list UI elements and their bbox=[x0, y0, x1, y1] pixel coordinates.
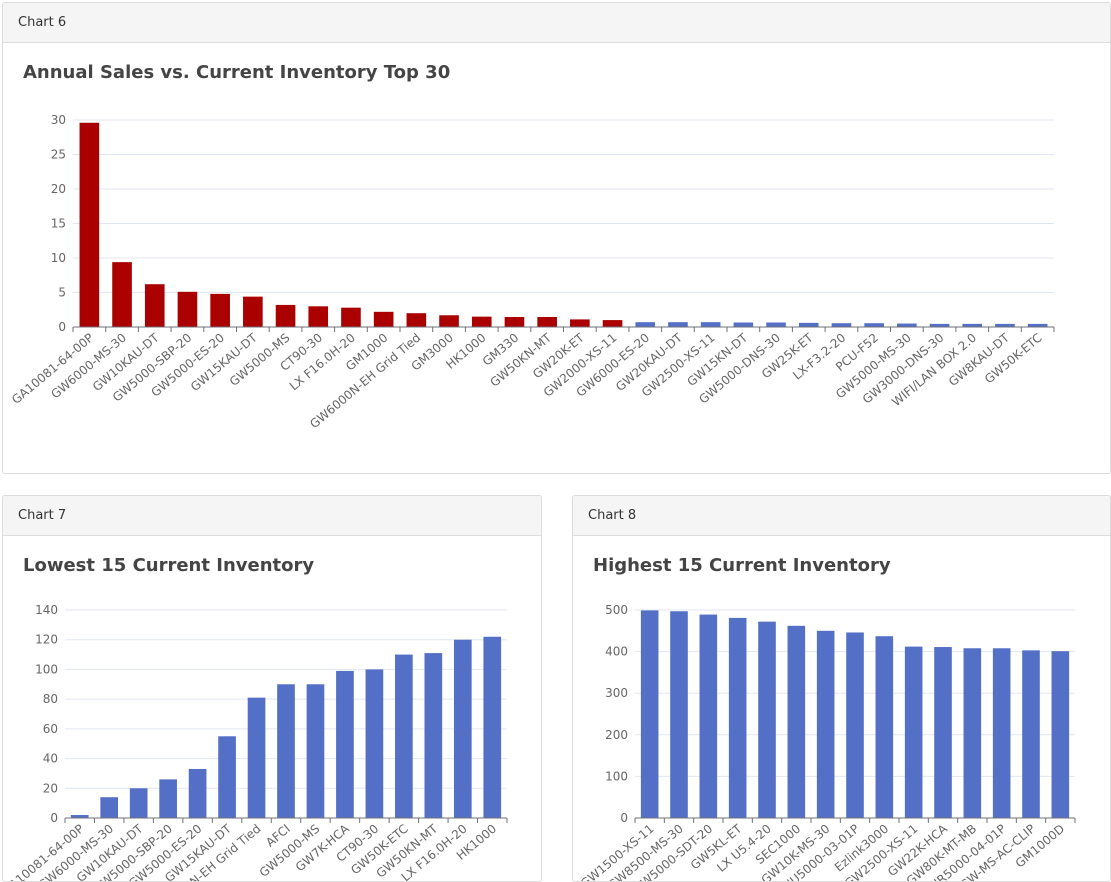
bar[interactable] bbox=[668, 322, 688, 327]
y-tick-label: 0 bbox=[58, 320, 66, 334]
bar[interactable] bbox=[218, 736, 236, 818]
top30-bar-chart: 051015202530GA10081-64-00PGW6000-MS-30GW… bbox=[9, 113, 1055, 431]
bar[interactable] bbox=[758, 621, 776, 818]
bar[interactable] bbox=[247, 697, 266, 818]
bar[interactable] bbox=[373, 311, 394, 327]
chart-title: Lowest 15 Current Inventory bbox=[23, 555, 315, 576]
bar[interactable] bbox=[308, 306, 329, 327]
bar[interactable] bbox=[934, 647, 952, 818]
highest15-bar-chart: 0100200300400500GW1500-XS-11GW8500-MS-30… bbox=[578, 603, 1076, 881]
y-tick-label: 25 bbox=[51, 148, 66, 162]
chart-title: Highest 15 Current Inventory bbox=[593, 555, 891, 576]
bar[interactable] bbox=[483, 636, 502, 818]
bar[interactable] bbox=[336, 670, 354, 818]
bar[interactable] bbox=[537, 316, 557, 327]
bar[interactable] bbox=[471, 316, 492, 327]
bar[interactable] bbox=[670, 611, 688, 818]
y-tick-label: 100 bbox=[35, 662, 58, 676]
y-tick-label: 300 bbox=[605, 686, 628, 700]
bar[interactable] bbox=[277, 684, 295, 818]
bar[interactable] bbox=[100, 797, 119, 818]
y-tick-label: 5 bbox=[58, 286, 66, 300]
bar[interactable] bbox=[188, 768, 207, 818]
y-tick-label: 20 bbox=[51, 182, 66, 196]
y-tick-label: 60 bbox=[43, 722, 58, 736]
bar[interactable] bbox=[728, 617, 747, 818]
chart-8-panel: Chart 8 Highest 15 Current Inventory 0 10… bbox=[572, 495, 1111, 882]
bar[interactable] bbox=[424, 653, 443, 818]
bar[interactable] bbox=[897, 323, 917, 327]
y-tick-label: 30 bbox=[51, 113, 66, 127]
chart-7-panel: Chart 7 Lowest 15 Current Inventory 0 20 4… bbox=[2, 495, 542, 882]
bar[interactable] bbox=[210, 293, 230, 327]
bar[interactable] bbox=[816, 630, 835, 818]
y-tick-label: 200 bbox=[605, 728, 628, 742]
bar[interactable] bbox=[640, 610, 659, 818]
lowest15-bar-chart: 020406080100120140GA10081-64-00PGW6000-M… bbox=[3, 603, 508, 881]
bar[interactable] bbox=[275, 304, 296, 327]
bar[interactable] bbox=[787, 625, 806, 818]
bar[interactable] bbox=[699, 614, 718, 818]
panel-heading: Chart 8 bbox=[573, 496, 1110, 536]
bar[interactable] bbox=[306, 684, 325, 818]
bar[interactable] bbox=[570, 319, 590, 327]
bar[interactable] bbox=[766, 322, 786, 327]
bar[interactable] bbox=[341, 307, 361, 327]
y-tick-label: 20 bbox=[43, 781, 58, 795]
bar[interactable] bbox=[395, 654, 413, 818]
bar[interactable] bbox=[831, 323, 852, 327]
bar[interactable] bbox=[159, 779, 177, 818]
bar[interactable] bbox=[864, 323, 884, 327]
bar[interactable] bbox=[992, 648, 1011, 818]
bar[interactable] bbox=[439, 315, 459, 327]
bar[interactable] bbox=[79, 122, 100, 327]
bar[interactable] bbox=[243, 296, 263, 327]
bar[interactable] bbox=[144, 284, 165, 327]
bar[interactable] bbox=[635, 322, 656, 327]
y-tick-label: 100 bbox=[605, 769, 628, 783]
y-tick-label: 400 bbox=[605, 645, 628, 659]
bar[interactable] bbox=[700, 322, 721, 327]
bar[interactable] bbox=[875, 636, 894, 818]
bar[interactable] bbox=[112, 262, 132, 327]
y-tick-label: 500 bbox=[605, 603, 628, 617]
bar[interactable] bbox=[963, 648, 982, 818]
bar[interactable] bbox=[365, 669, 384, 818]
bar[interactable] bbox=[1022, 650, 1040, 818]
y-tick-label: 0 bbox=[620, 811, 628, 825]
y-tick-label: 40 bbox=[43, 752, 58, 766]
bar[interactable] bbox=[177, 291, 198, 327]
y-tick-label: 140 bbox=[35, 603, 58, 617]
chart-6-panel: Chart 6 Annual Sales vs. Current Invento… bbox=[2, 2, 1111, 474]
bar[interactable] bbox=[129, 788, 148, 818]
bar[interactable] bbox=[798, 322, 819, 327]
bar[interactable] bbox=[846, 632, 864, 818]
bar[interactable] bbox=[904, 646, 923, 818]
y-tick-label: 15 bbox=[51, 217, 66, 231]
y-tick-label: 0 bbox=[50, 811, 58, 825]
y-tick-label: 80 bbox=[43, 692, 58, 706]
bar[interactable] bbox=[733, 322, 754, 327]
bar[interactable] bbox=[453, 639, 472, 818]
panel-heading: Chart 7 bbox=[3, 496, 541, 536]
bar[interactable] bbox=[504, 316, 525, 327]
panel-heading: Chart 6 bbox=[3, 3, 1110, 43]
bar[interactable] bbox=[406, 313, 427, 327]
bar[interactable] bbox=[602, 320, 623, 327]
y-tick-label: 10 bbox=[51, 251, 66, 265]
chart-title: Annual Sales vs. Current Inventory Top 3… bbox=[23, 62, 451, 83]
y-tick-label: 120 bbox=[35, 633, 58, 647]
bar[interactable] bbox=[1051, 651, 1070, 818]
